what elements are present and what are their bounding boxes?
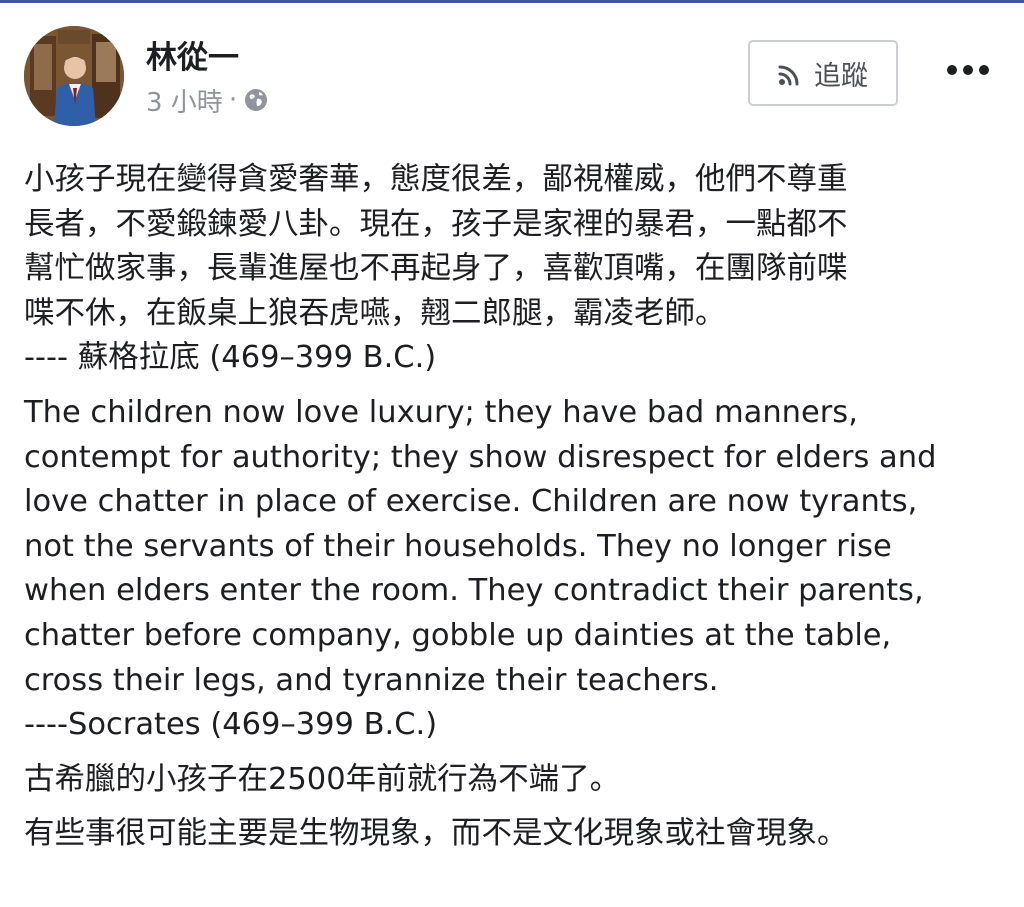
english-quote-line: when elders enter the room. They contrad…: [24, 573, 924, 609]
post-timestamp[interactable]: 3 小時: [146, 82, 223, 119]
english-quote: The children now love luxury; they have …: [24, 391, 1000, 748]
author-name[interactable]: 林從一: [146, 40, 239, 76]
facebook-post: 林從一 3 小時 · 追蹤 小孩子現在變得貪愛奢華，態度很差，鄙視權威，他們不尊…: [0, 0, 1024, 907]
english-quote-line: not the servants of their households. Th…: [24, 528, 892, 564]
english-quote-attribution: ----Socrates (469–399 B.C.): [24, 707, 438, 743]
follow-button[interactable]: 追蹤: [748, 40, 898, 106]
rss-icon: [778, 62, 800, 86]
meta-separator: ·: [228, 85, 238, 115]
avatar[interactable]: [24, 26, 124, 126]
follow-label: 追蹤: [814, 60, 868, 92]
post-body: 小孩子現在變得貪愛奢華，態度很差，鄙視權威，他們不尊重 長者，不愛鍛鍊愛八卦。現…: [24, 158, 1000, 857]
globe-icon[interactable]: [243, 87, 269, 113]
english-quote-line: chatter before company, gobble up dainti…: [24, 617, 892, 653]
english-quote-line: cross their legs, and tyrannize their te…: [24, 662, 719, 698]
more-options-button[interactable]: [944, 50, 992, 90]
avatar-photo: [24, 26, 124, 126]
english-quote-line: contempt for authority; they show disres…: [24, 439, 937, 475]
chinese-quote-line: 喋不休，在飯桌上狼吞虎嚥，翹二郎腿，霸凌老師。: [24, 295, 726, 331]
english-quote-line: love chatter in place of exercise. Child…: [24, 484, 918, 520]
more-dots-icon: [946, 61, 990, 80]
english-quote-line: The children now love luxury; they have …: [24, 394, 858, 430]
chinese-quote-line: 長者，不愛鍛鍊愛八卦。現在，孩子是家裡的暴君，一點都不: [24, 206, 848, 242]
post-header: 林從一 3 小時 · 追蹤: [24, 26, 1000, 126]
comment-paragraph: 古希臘的小孩子在2500年前就行為不端了。: [24, 761, 621, 797]
chinese-quote: 小孩子現在變得貪愛奢華，態度很差，鄙視權威，他們不尊重 長者，不愛鍛鍊愛八卦。現…: [24, 158, 1000, 381]
chinese-quote-attribution: ---- 蘇格拉底 (469–399 B.C.): [24, 340, 437, 376]
post-meta: 3 小時 ·: [146, 82, 269, 119]
comment-paragraph: 有些事很可能主要是生物現象，而不是文化現象或社會現象。: [24, 816, 848, 852]
chinese-quote-line: 小孩子現在變得貪愛奢華，態度很差，鄙視權威，他們不尊重: [24, 162, 848, 197]
chinese-quote-line: 幫忙做家事，長輩進屋也不再起身了，喜歡頂嘴，在團隊前喋: [24, 251, 848, 287]
